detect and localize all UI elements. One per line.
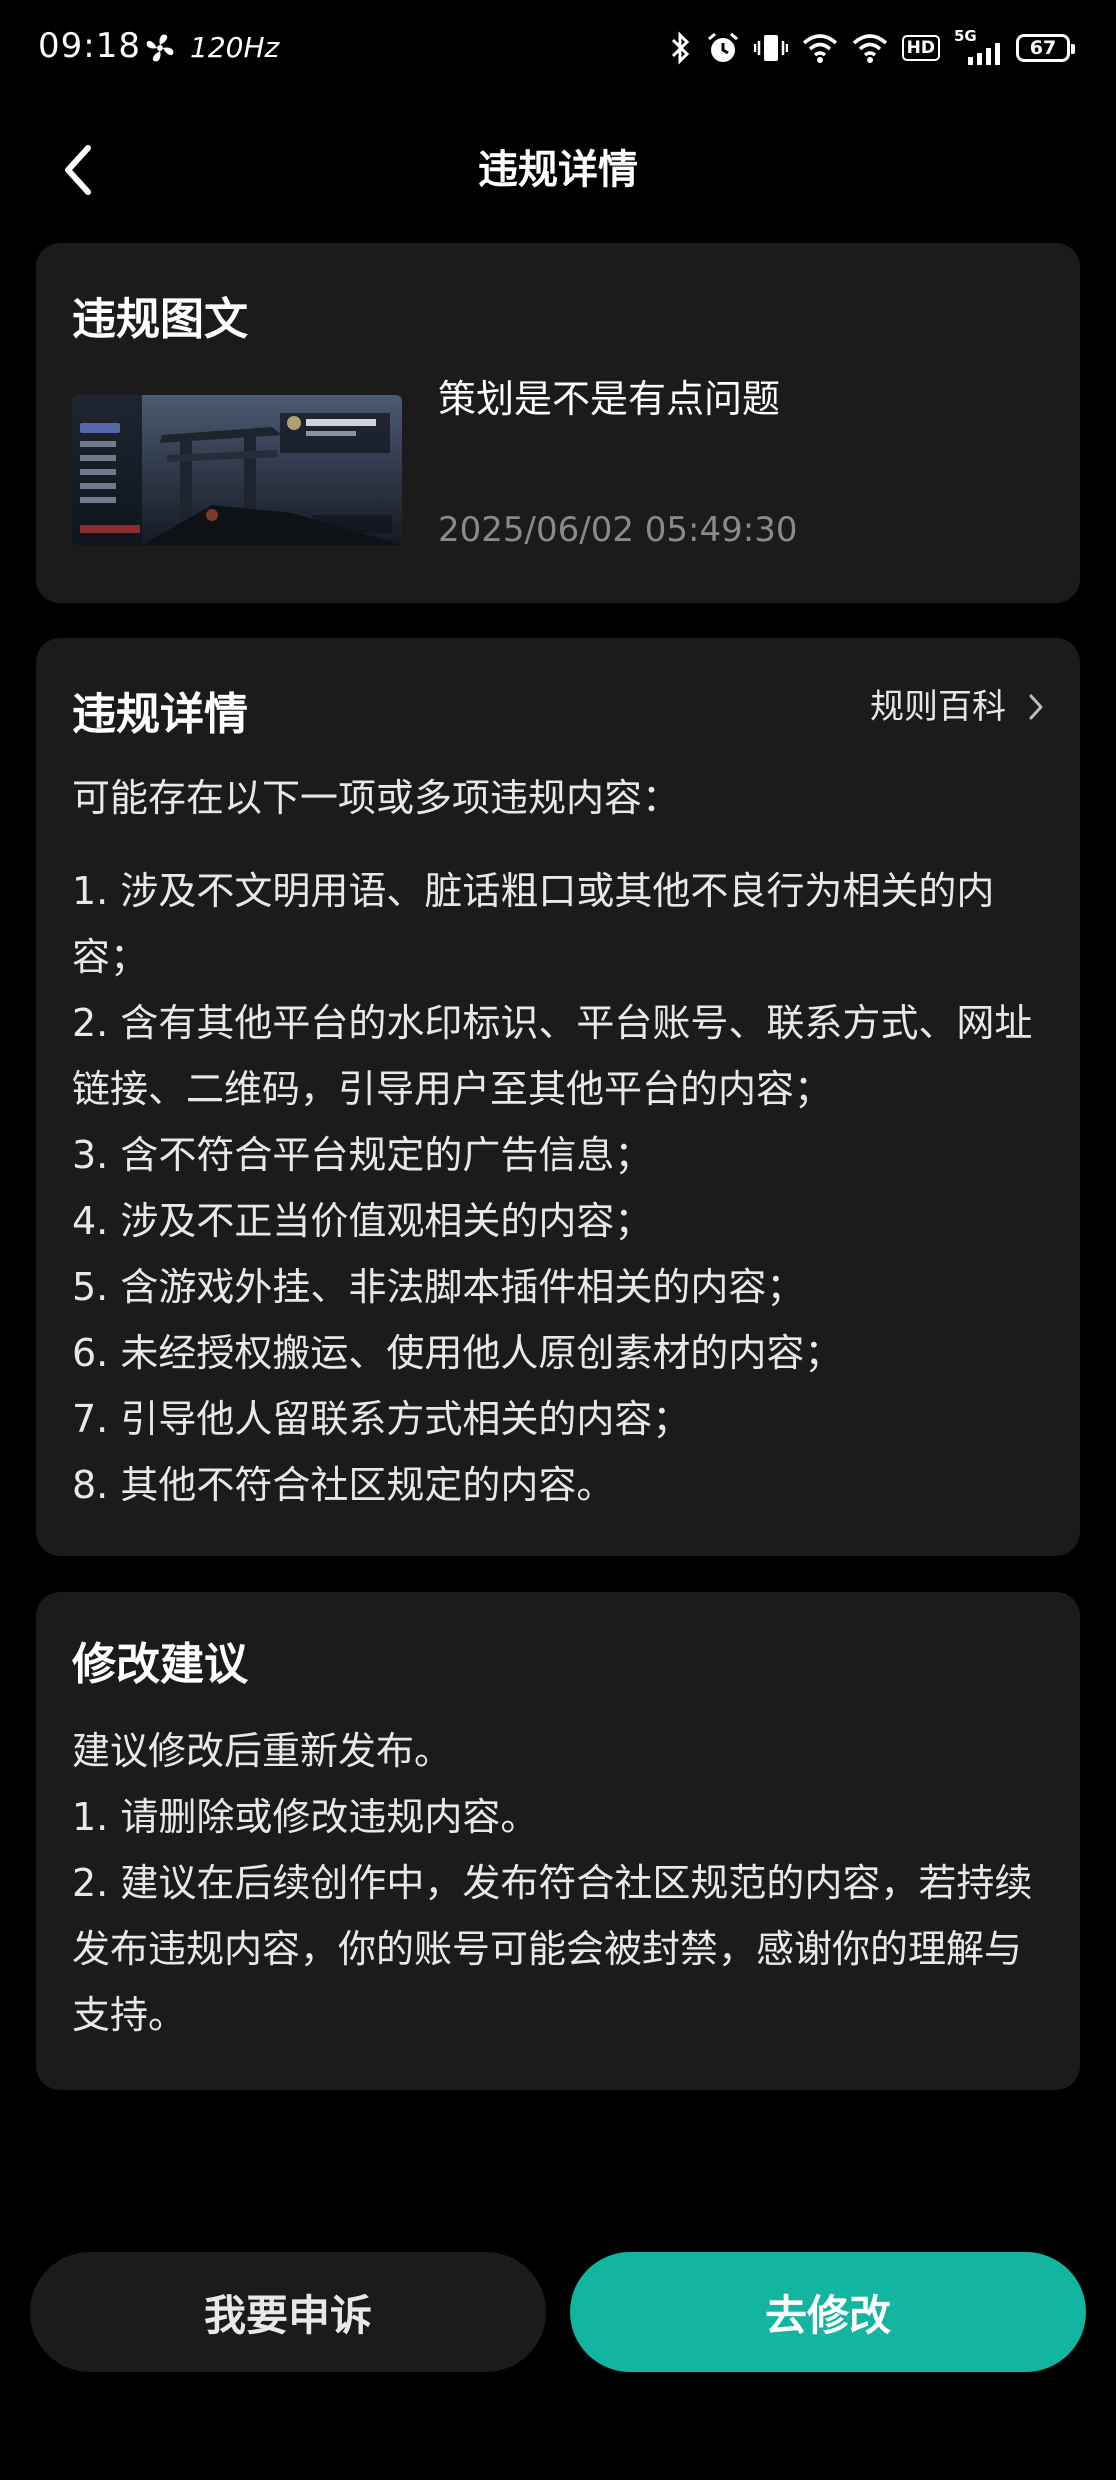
status-bar: 09:18 120Hz HD 5G 67: [0, 0, 1116, 100]
violating-post-card: 违规图文 策划是不是有点问题 2025/06/02 05:49:30: [36, 243, 1080, 603]
list-item: 5. 含游戏外挂、非法脚本插件相关的内容；: [72, 1265, 805, 1309]
list-item: 1. 涉及不文明用语、脏话粗口或其他不良行为相关的内容；: [72, 869, 995, 979]
suggestion-card: 修改建议 建议修改后重新发布。 1. 请删除或修改违规内容。 2. 建议在后续创…: [36, 1592, 1080, 2090]
cellular-signal: 5G: [954, 27, 1002, 65]
list-item: 2. 含有其他平台的水印标识、平台账号、联系方式、网址链接、二维码，引导用户至其…: [72, 1001, 1033, 1111]
battery-icon: 67: [1016, 34, 1075, 62]
suggestion-line: 建议修改后重新发布。: [72, 1729, 453, 1773]
battery-level: 67: [1029, 37, 1057, 59]
hd-badge: HD: [901, 35, 940, 61]
post-timestamp: 2025/06/02 05:49:30: [438, 510, 798, 550]
fan-icon: [146, 34, 174, 62]
page-title: 违规详情: [478, 147, 638, 193]
post-thumbnail-image: [72, 395, 402, 545]
wifi-icon: [802, 34, 837, 63]
refresh-rate: 120Hz: [190, 31, 280, 64]
suggestion-body: 建议修改后重新发布。 1. 请删除或修改违规内容。 2. 建议在后续创作中，发布…: [72, 1718, 1052, 2048]
post-thumbnail[interactable]: [72, 395, 402, 545]
appeal-button[interactable]: 我要申诉: [30, 2252, 546, 2372]
list-item: 7. 引导他人留联系方式相关的内容；: [72, 1397, 691, 1441]
list-item: 8. 其他不符合社区规定的内容。: [72, 1463, 615, 1507]
rules-wiki-link[interactable]: 规则百科: [870, 684, 1044, 730]
suggestion-card-title: 修改建议: [72, 1639, 248, 1690]
suggestion-line: 2. 建议在后续创作中，发布符合社区规范的内容，若持续发布违规内容，你的账号可能…: [72, 1861, 1033, 2037]
bluetooth-icon: [671, 31, 689, 65]
suggestion-line: 1. 请删除或修改违规内容。: [72, 1795, 539, 1839]
list-item: 3. 含不符合平台规定的广告信息；: [72, 1133, 653, 1177]
status-icons: HD 5G 67: [670, 27, 1075, 68]
alarm-icon: [707, 32, 738, 62]
status-time: 09:18: [38, 26, 141, 66]
violation-list: 1. 涉及不文明用语、脏话粗口或其他不良行为相关的内容； 2. 含有其他平台的水…: [72, 858, 1052, 1518]
detail-intro: 可能存在以下一项或多项违规内容：: [72, 776, 681, 820]
list-item: 6. 未经授权搬运、使用他人原创素材的内容；: [72, 1331, 843, 1375]
rules-wiki-label: 规则百科: [870, 687, 1006, 727]
edit-button[interactable]: 去修改: [570, 2252, 1086, 2372]
detail-card-title: 违规详情: [72, 689, 248, 740]
post-card-title: 违规图文: [72, 294, 248, 345]
post-title[interactable]: 策划是不是有点问题: [438, 371, 780, 427]
signal-icon: [968, 43, 1000, 65]
wifi-secondary-icon: [852, 34, 887, 63]
list-item: 4. 涉及不正当价值观相关的内容；: [72, 1199, 653, 1243]
vibrate-icon: [753, 35, 788, 61]
violation-detail-card: 违规详情 规则百科 可能存在以下一项或多项违规内容： 1. 涉及不文明用语、脏话…: [36, 638, 1080, 1556]
chevron-right-icon: [1029, 694, 1043, 720]
